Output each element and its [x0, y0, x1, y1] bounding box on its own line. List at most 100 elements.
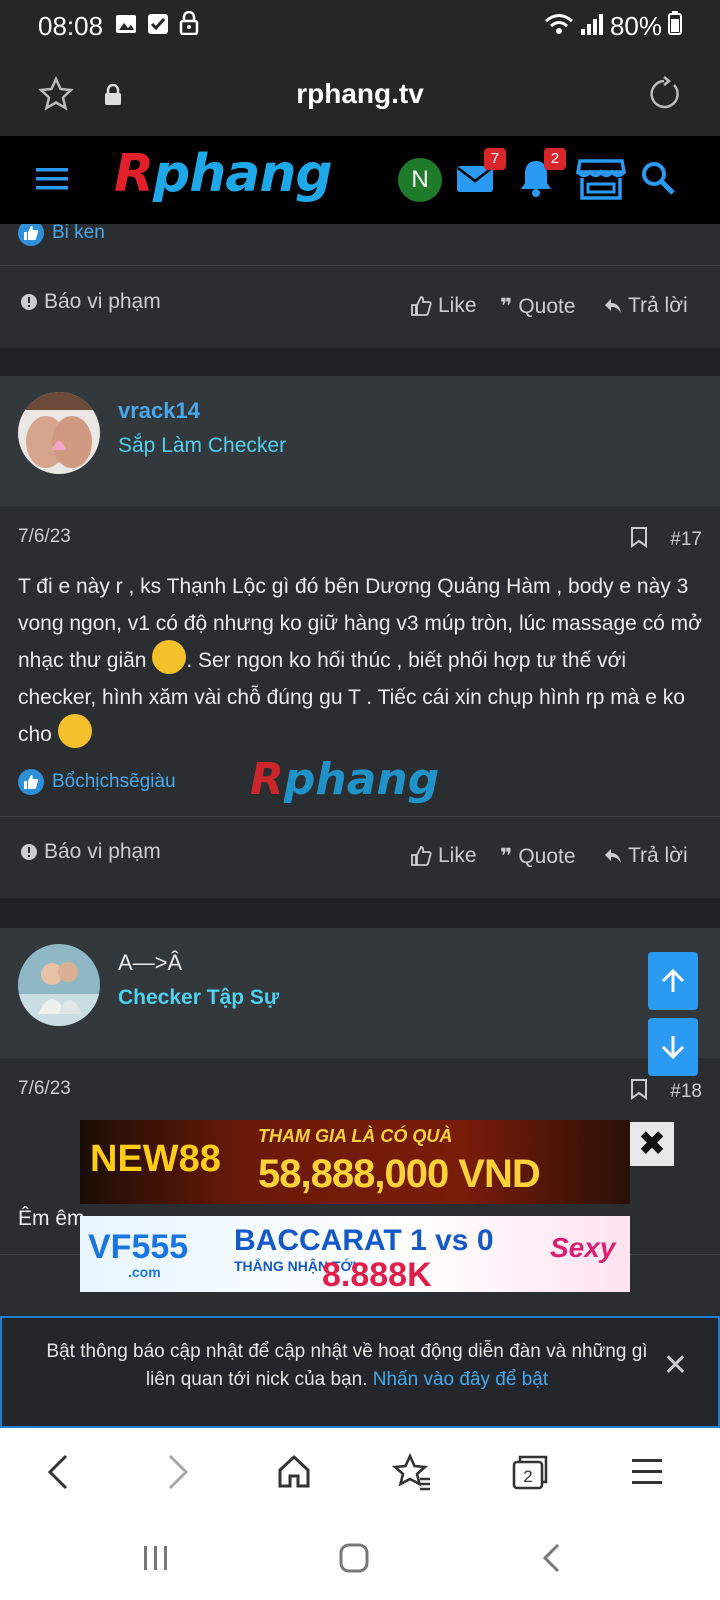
- rofl-emoji-icon: [57, 714, 92, 749]
- home-button-icon[interactable]: [338, 1542, 370, 1579]
- search-icon[interactable]: [640, 160, 676, 201]
- ad-amount: 58,888,000 VND: [258, 1152, 541, 1196]
- user-title: Checker Tập Sự: [118, 986, 280, 1009]
- ad-close-button[interactable]: ✖: [630, 1122, 674, 1166]
- reload-icon[interactable]: [646, 76, 682, 117]
- quote-button[interactable]: ❞ Quote: [500, 294, 576, 319]
- reply-arrow-icon: [605, 849, 621, 863]
- ad-headline: THAM GIA LÀ CÓ QUÀ: [258, 1126, 453, 1146]
- watermark-logo: Rphang: [250, 754, 440, 805]
- push-notification-prompt: Bật thông báo cập nhật để cập nhật về ho…: [0, 1316, 720, 1428]
- like-button[interactable]: Like: [410, 844, 477, 868]
- forward-icon[interactable]: [164, 1452, 192, 1497]
- report-button[interactable]: Báo vi phạm: [20, 290, 161, 314]
- divider: [0, 265, 720, 266]
- thumbs-up-icon: [18, 224, 44, 246]
- thumbs-up-outline-icon: [411, 296, 432, 316]
- post-date[interactable]: 7/6/23: [18, 526, 71, 547]
- bookmark-icon[interactable]: [630, 526, 648, 554]
- back-icon[interactable]: [44, 1452, 72, 1497]
- thread-content: Bi ken Báo vi phạm Like ❞ Quote Trả lời: [0, 224, 720, 1316]
- arrow-down-icon: [661, 1036, 685, 1060]
- browser-url-bar: rphang.tv: [0, 52, 720, 136]
- reply-arrow-icon: [605, 299, 621, 313]
- tabs-count: 2: [523, 1467, 532, 1486]
- home-icon[interactable]: [276, 1452, 312, 1497]
- messages-badge: 7: [484, 148, 506, 170]
- system-navigation-bar: [0, 1520, 720, 1600]
- reaction-user[interactable]: Bi ken: [52, 224, 105, 244]
- report-alert-icon: [21, 844, 37, 860]
- battery-percent: 80%: [609, 10, 662, 41]
- ad-logo: NEW88: [90, 1138, 221, 1180]
- thumbs-up-outline-icon: [411, 846, 432, 866]
- user-avatar[interactable]: [18, 392, 100, 474]
- menu-icon[interactable]: [630, 1452, 664, 1497]
- status-time: 08:08: [38, 10, 104, 41]
- user-avatar-button[interactable]: N: [398, 158, 442, 202]
- like-button[interactable]: Like: [410, 294, 477, 318]
- system-back-icon[interactable]: [538, 1542, 566, 1579]
- post-meta: 7/6/23 #17: [18, 526, 702, 551]
- status-bar: 08:08 80%: [0, 0, 720, 52]
- store-icon[interactable]: [575, 158, 627, 205]
- browser-toolbar: 2: [0, 1428, 720, 1520]
- messages-icon[interactable]: 7: [456, 148, 506, 203]
- reaction-summary[interactable]: Bi ken: [18, 224, 105, 246]
- quote-icon: ❞: [500, 295, 513, 318]
- yum-emoji-icon: [152, 640, 187, 675]
- ad-headline: BACCARAT 1 vs 0: [234, 1224, 494, 1257]
- enable-notifications-link[interactable]: Nhấn vào đây để bật: [373, 1369, 548, 1390]
- ad-logo: VF555: [88, 1228, 189, 1266]
- recent-apps-icon[interactable]: [140, 1542, 172, 1579]
- alerts-bell-icon[interactable]: 2: [518, 148, 566, 203]
- signal-icon: [580, 11, 604, 42]
- gallery-icon: [115, 11, 137, 42]
- ad-amount: 8.888K: [322, 1256, 432, 1292]
- post-18-author-header: A—>Â Checker Tập Sự: [0, 928, 720, 1058]
- divider: [0, 816, 720, 817]
- alerts-badge: 2: [544, 148, 566, 170]
- site-header: Rphang N 7 2: [0, 136, 720, 224]
- post-body: T đi e này r , ks Thạnh Lộc gì đó bên Dư…: [18, 568, 702, 753]
- report-button[interactable]: Báo vi phạm: [20, 840, 161, 864]
- quote-button[interactable]: ❞ Quote: [500, 844, 576, 869]
- checkbox-icon: [147, 11, 169, 42]
- post-actions: Báo vi phạm Like ❞ Quote Trả lời: [0, 828, 720, 888]
- bookmark-icon[interactable]: [630, 1078, 648, 1106]
- ad-banner-vf555[interactable]: VF555 .com BACCARAT 1 vs 0 THẮNG NHẬN TỚ…: [80, 1216, 630, 1292]
- hamburger-menu-icon[interactable]: [34, 164, 70, 199]
- post-actions: Báo vi phạm Like ❞ Quote Trả lời: [0, 278, 720, 338]
- post-number[interactable]: #18: [670, 1081, 702, 1103]
- scroll-to-bottom-button[interactable]: [648, 1018, 698, 1076]
- post-meta: 7/6/23 #18: [18, 1078, 702, 1103]
- post-17-author-header: vrack14 Sắp Làm Checker: [0, 376, 720, 506]
- ad-brand: Sexy: [550, 1232, 616, 1263]
- tabs-icon[interactable]: 2: [510, 1452, 550, 1497]
- bookmarks-star-icon[interactable]: [391, 1452, 432, 1497]
- reaction-summary[interactable]: Bổchịchsẽgiàu: [18, 769, 176, 795]
- notification-text: Bật thông báo cập nhật để cập nhật về ho…: [46, 1341, 648, 1390]
- username-link[interactable]: vrack14: [118, 398, 200, 424]
- post-17-card: 7/6/23 #17 T đi e này r , ks Thạnh Lộc g…: [0, 506, 720, 898]
- quote-icon: ❞: [500, 845, 513, 868]
- close-icon[interactable]: ✕: [663, 1348, 688, 1383]
- user-avatar[interactable]: [18, 944, 100, 1026]
- scroll-to-top-button[interactable]: [648, 952, 698, 1010]
- arrow-up-icon: [661, 968, 685, 992]
- reply-button[interactable]: Trả lời: [604, 294, 688, 318]
- post-date[interactable]: 7/6/23: [18, 1078, 71, 1099]
- username-link[interactable]: A—>Â: [118, 950, 182, 976]
- user-title: Sắp Làm Checker: [118, 434, 287, 457]
- post-number[interactable]: #17: [670, 529, 702, 551]
- wifi-icon: [544, 11, 574, 42]
- reaction-user[interactable]: Bổchịchsẽgiàu: [52, 771, 176, 793]
- post-card-previous: Bi ken Báo vi phạm Like ❞ Quote Trả lời: [0, 224, 720, 348]
- report-alert-icon: [21, 294, 37, 310]
- site-logo[interactable]: Rphang: [114, 144, 333, 204]
- thumbs-up-icon: [18, 769, 44, 795]
- reply-button[interactable]: Trả lời: [604, 844, 688, 868]
- ad-banner-new88[interactable]: NEW88 THAM GIA LÀ CÓ QUÀ 58,888,000 VND: [80, 1120, 630, 1204]
- lock-icon: [179, 10, 199, 42]
- url-address[interactable]: rphang.tv: [0, 78, 720, 110]
